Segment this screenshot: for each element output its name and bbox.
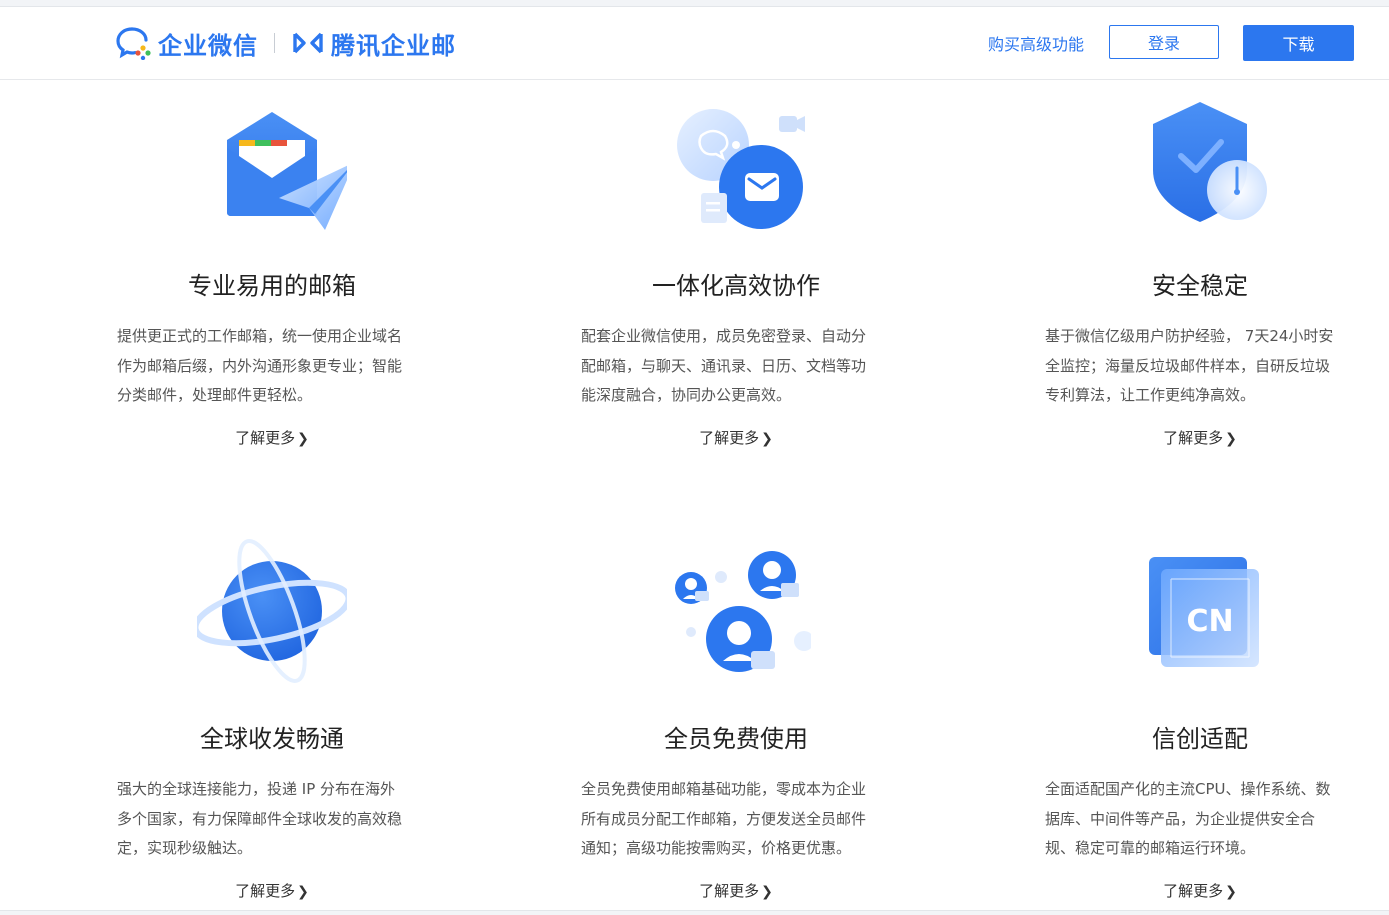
top-border (0, 0, 1389, 7)
feature-title: 全员免费使用 (664, 725, 808, 753)
desc-line: 全员免费使用邮箱基础功能，零成本为企业 (581, 780, 867, 798)
desc-line: 专利算法，让工作更纯净高效。 (1045, 386, 1256, 404)
brand-exmail: 腾讯企业邮 (331, 31, 456, 60)
brand-divider (274, 33, 275, 53)
desc-line: 能深度融合，协同办公更高效。 (581, 386, 792, 404)
chevron-right-icon: ❯ (761, 884, 773, 900)
feature-description: 全面适配国产化的主流CPU、操作系统、数 据库、中间件等产品，为企业提供安全合 … (1045, 775, 1355, 864)
desc-line: 强大的全球连接能力，投递 IP 分布在海外 (117, 780, 396, 798)
exmail-logo-icon (293, 32, 323, 54)
desc-line: 作为邮箱后缀，内外沟通形象更专业；智能 (117, 356, 403, 375)
desc-line: 规、稳定可靠的邮箱运行环境。 (1045, 839, 1256, 857)
desc-line: 配邮箱，与聊天、通讯录、日历、文档等功 (581, 356, 867, 375)
collaboration-icon (677, 109, 805, 229)
desc-line: 定，实现秒级触达。 (117, 839, 253, 857)
desc-line: 分类邮件，处理邮件更轻松。 (117, 386, 313, 404)
brand-logos[interactable]: 企业微信 腾讯企业邮 (116, 26, 456, 60)
feature-title: 信创适配 (1152, 725, 1248, 753)
desc-line: 通知；高级功能按需购买，价格更优惠。 (581, 839, 852, 857)
feature-description: 强大的全球连接能力，投递 IP 分布在海外 多个国家，有力保障邮件全球收发的高效… (117, 775, 427, 864)
site-header: 企业微信 腾讯企业邮 购买高级功能 登录 下载 (0, 7, 1389, 80)
desc-line: 全面适配国产化的主流CPU、操作系统、数 (1045, 780, 1331, 798)
chip-cn-label: CN (1186, 604, 1233, 639)
feature-description: 配套企业微信使用，成员免密登录、自动分 配邮箱，与聊天、通讯录、日历、文档等功 … (581, 322, 891, 411)
learn-more-label: 了解更多 (235, 429, 296, 447)
chevron-right-icon: ❯ (297, 884, 309, 900)
learn-more-label: 了解更多 (699, 882, 760, 900)
chevron-right-icon: ❯ (1225, 884, 1237, 900)
desc-line: 所有成员分配工作邮箱，方便发送全员邮件 (581, 809, 867, 828)
chevron-right-icon: ❯ (297, 431, 309, 447)
brand-wecom: 企业微信 (158, 31, 258, 60)
globe-icon (197, 539, 347, 683)
chevron-right-icon: ❯ (1225, 431, 1237, 447)
feature-title: 安全稳定 (1152, 272, 1248, 300)
wecom-logo-icon (116, 27, 151, 60)
learn-more-label: 了解更多 (1163, 429, 1224, 447)
desc-line: 配套企业微信使用，成员免密登录、自动分 (581, 327, 867, 345)
feature-title: 全球收发畅通 (200, 725, 344, 753)
learn-more-link[interactable]: 了解更多 ❯ (117, 880, 427, 901)
login-button[interactable]: 登录 (1109, 25, 1219, 59)
bottom-border (0, 910, 1389, 915)
learn-more-link[interactable]: 了解更多 ❯ (1045, 427, 1355, 448)
buy-advanced-link[interactable]: 购买高级功能 (988, 31, 1084, 55)
feature-description: 提供更正式的工作邮箱，统一使用企业域名 作为邮箱后缀，内外沟通形象更专业；智能 … (117, 322, 427, 411)
desc-line: 据库、中间件等产品，为企业提供安全合 (1045, 809, 1316, 828)
download-button[interactable]: 下载 (1243, 25, 1354, 61)
learn-more-label: 了解更多 (1163, 882, 1224, 900)
chevron-right-icon: ❯ (761, 431, 773, 447)
mail-send-icon (227, 112, 347, 230)
feature-description: 基于微信亿级用户防护经验， 7天24小时安 全监控；海量反垃圾邮件样本，自研反垃… (1045, 322, 1355, 411)
feature-description: 全员免费使用邮箱基础功能，零成本为企业 所有成员分配工作邮箱，方便发送全员邮件 … (581, 775, 891, 864)
learn-more-link[interactable]: 了解更多 ❯ (1045, 880, 1355, 901)
feature-title: 一体化高效协作 (652, 272, 820, 300)
desc-line: 基于微信亿级用户防护经验， 7天24小时安 (1045, 327, 1334, 345)
feature-title: 专业易用的邮箱 (188, 272, 356, 300)
learn-more-link[interactable]: 了解更多 ❯ (581, 427, 891, 448)
learn-more-link[interactable]: 了解更多 ❯ (117, 427, 427, 448)
learn-more-link[interactable]: 了解更多 ❯ (581, 880, 891, 901)
desc-line: 多个国家，有力保障邮件全球收发的高效稳 (117, 809, 403, 828)
members-icon (675, 551, 811, 672)
cn-chip-icon: CN (1149, 557, 1259, 667)
learn-more-label: 了解更多 (235, 882, 296, 900)
desc-line: 提供更正式的工作邮箱，统一使用企业域名 (117, 327, 403, 345)
security-shield-icon (1153, 102, 1267, 222)
learn-more-label: 了解更多 (699, 429, 760, 447)
desc-line: 全监控；海量反垃圾邮件样本，自研反垃圾 (1045, 356, 1331, 375)
